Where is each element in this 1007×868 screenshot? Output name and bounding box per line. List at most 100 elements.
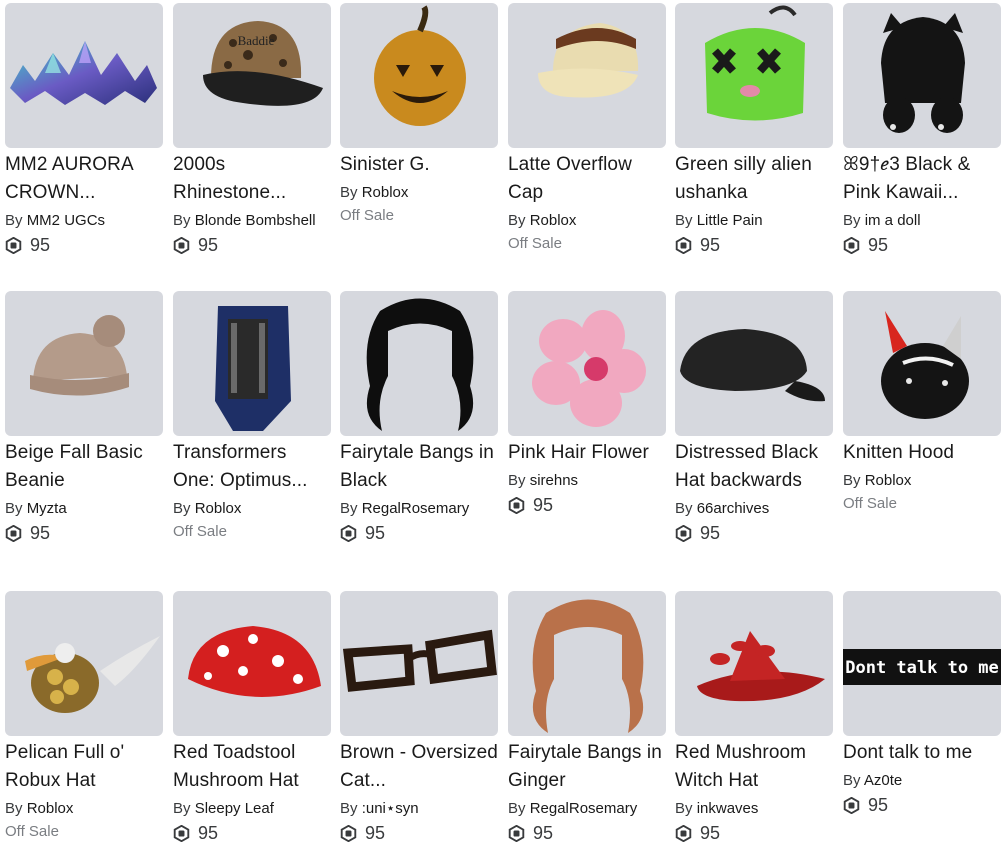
item-creator[interactable]: By RegalRosemary — [340, 499, 498, 519]
item-name[interactable]: Dont talk to me — [843, 739, 1001, 767]
item-name[interactable]: Pink Hair Flower — [508, 439, 666, 467]
creator-name[interactable]: sirehns — [530, 472, 578, 489]
creator-name[interactable]: Little Pain — [697, 212, 763, 229]
item-creator[interactable]: By Blonde Bombshell — [173, 211, 331, 231]
item-thumbnail[interactable] — [5, 3, 163, 148]
item-name[interactable]: Beige Fall Basic Beanie — [5, 439, 163, 495]
item-card[interactable]: Red Toadstool Mushroom Hat By Sleepy Lea… — [173, 591, 331, 844]
item-name[interactable]: Green silly alien ushanka — [675, 151, 833, 207]
item-name[interactable]: Knitten Hood — [843, 439, 1001, 467]
item-name[interactable]: Red Toadstool Mushroom Hat — [173, 739, 331, 795]
item-thumbnail[interactable] — [843, 3, 1001, 148]
item-creator[interactable]: By :uni⋆syn — [340, 799, 498, 819]
creator-name[interactable]: MM2 UGCs — [27, 212, 105, 229]
item-name[interactable]: 2000s Rhinestone... — [173, 151, 331, 207]
creator-name[interactable]: inkwaves — [697, 800, 759, 817]
creator-name[interactable]: Roblox — [27, 800, 74, 817]
item-card[interactable]: Pelican Full o' Robux Hat By Roblox Off … — [5, 591, 163, 840]
item-thumbnail[interactable]: Baddie — [173, 3, 331, 148]
creator-name[interactable]: :uni⋆syn — [362, 800, 419, 817]
item-card[interactable]: Beige Fall Basic Beanie By Myzta 95 — [5, 291, 163, 544]
creator-name[interactable]: RegalRosemary — [362, 500, 470, 517]
creator-name[interactable]: im a doll — [865, 212, 921, 229]
price-value: 95 — [533, 495, 554, 515]
item-card[interactable]: ꕤ9†ℯ3 Black & Pink Kawaii... By im a dol… — [843, 3, 1001, 256]
pumpkin-icon — [374, 5, 466, 126]
item-creator[interactable]: By Little Pain — [675, 211, 833, 231]
item-card[interactable]: Dont talk to me Dont talk to me By Az0te… — [843, 591, 1001, 816]
item-thumbnail[interactable] — [675, 591, 833, 736]
item-card[interactable]: Green silly alien ushanka By Little Pain… — [675, 3, 833, 256]
creator-name[interactable]: Roblox — [530, 212, 577, 229]
item-creator[interactable]: By inkwaves — [675, 799, 833, 819]
item-creator[interactable]: By RegalRosemary — [508, 799, 666, 819]
item-creator[interactable]: By sirehns — [508, 471, 666, 491]
item-creator[interactable]: By MM2 UGCs — [5, 211, 163, 231]
by-label: By — [340, 184, 358, 201]
item-card[interactable]: Transformers One: Optimus... By Roblox O… — [173, 291, 331, 540]
item-thumbnail[interactable] — [675, 291, 833, 436]
item-card[interactable]: Latte Overflow Cap By Roblox Off Sale — [508, 3, 666, 252]
creator-name[interactable]: Az0te — [864, 772, 902, 789]
creator-name[interactable]: RegalRosemary — [530, 800, 638, 817]
creator-name[interactable]: Myzta — [27, 500, 67, 517]
price-value: 95 — [868, 235, 889, 255]
item-creator[interactable]: By Roblox — [340, 183, 498, 203]
item-thumbnail[interactable] — [173, 591, 331, 736]
item-thumbnail[interactable] — [173, 291, 331, 436]
item-creator[interactable]: By Az0te — [843, 771, 1001, 791]
item-name[interactable]: Sinister G. — [340, 151, 498, 179]
item-creator[interactable]: By Roblox — [173, 499, 331, 519]
item-name[interactable]: Pelican Full o' Robux Hat — [5, 739, 163, 795]
creator-name[interactable]: Roblox — [195, 500, 242, 517]
item-creator[interactable]: By 66archives — [675, 499, 833, 519]
item-thumbnail[interactable] — [843, 291, 1001, 436]
item-name[interactable]: Transformers One: Optimus... — [173, 439, 331, 495]
item-price: 95 — [843, 795, 1001, 816]
item-card[interactable]: Fairytale Bangs in Black By RegalRosemar… — [340, 291, 498, 544]
pelican-hat-icon — [25, 636, 160, 713]
by-label: By — [508, 800, 526, 817]
item-thumbnail[interactable] — [5, 591, 163, 736]
item-card[interactable]: Baddie 2000s Rhinestone... By Blonde Bom… — [173, 3, 331, 256]
item-creator[interactable]: By Sleepy Leaf — [173, 799, 331, 819]
item-card[interactable]: Distressed Black Hat backwards By 66arch… — [675, 291, 833, 544]
item-card[interactable]: Brown - Oversized Cat... By :uni⋆syn 95 — [340, 591, 498, 844]
item-name[interactable]: Brown - Oversized Cat... — [340, 739, 498, 795]
item-card[interactable]: Pink Hair Flower By sirehns 95 — [508, 291, 666, 516]
item-creator[interactable]: By Roblox — [5, 799, 163, 819]
item-name[interactable]: Distressed Black Hat backwards — [675, 439, 833, 495]
creator-name[interactable]: Roblox — [362, 184, 409, 201]
creator-name[interactable]: Blonde Bombshell — [195, 212, 316, 229]
item-price: 95 — [340, 823, 498, 844]
item-card[interactable]: Fairytale Bangs in Ginger By RegalRosema… — [508, 591, 666, 844]
item-thumbnail[interactable] — [340, 291, 498, 436]
item-thumbnail[interactable] — [508, 291, 666, 436]
creator-name[interactable]: Sleepy Leaf — [195, 800, 274, 817]
item-name[interactable]: Fairytale Bangs in Ginger — [508, 739, 666, 795]
item-card[interactable]: Red Mushroom Witch Hat By inkwaves 95 — [675, 591, 833, 844]
item-thumbnail[interactable] — [340, 591, 498, 736]
price-value: 95 — [700, 235, 721, 255]
item-card[interactable]: Knitten Hood By Roblox Off Sale — [843, 291, 1001, 512]
item-thumbnail[interactable] — [675, 3, 833, 148]
item-name[interactable]: Fairytale Bangs in Black — [340, 439, 498, 495]
item-name[interactable]: MM2 AURORA CROWN... — [5, 151, 163, 207]
item-card[interactable]: Sinister G. By Roblox Off Sale — [340, 3, 498, 224]
item-creator[interactable]: By Myzta — [5, 499, 163, 519]
creator-name[interactable]: 66archives — [697, 500, 770, 517]
item-creator[interactable]: By Roblox — [843, 471, 1001, 491]
item-creator[interactable]: By Roblox — [508, 211, 666, 231]
creator-name[interactable]: Roblox — [865, 472, 912, 489]
item-creator[interactable]: By im a doll — [843, 211, 1001, 231]
item-name[interactable]: Red Mushroom Witch Hat — [675, 739, 833, 795]
item-thumbnail[interactable] — [508, 591, 666, 736]
item-thumbnail[interactable] — [508, 3, 666, 148]
optimus-helmet-icon — [215, 306, 291, 431]
item-name[interactable]: ꕤ9†ℯ3 Black & Pink Kawaii... — [843, 151, 1001, 207]
item-thumbnail[interactable]: Dont talk to me — [843, 591, 1001, 736]
item-name[interactable]: Latte Overflow Cap — [508, 151, 666, 207]
item-card[interactable]: MM2 AURORA CROWN... By MM2 UGCs 95 — [5, 3, 163, 256]
item-thumbnail[interactable] — [5, 291, 163, 436]
item-thumbnail[interactable] — [340, 3, 498, 148]
